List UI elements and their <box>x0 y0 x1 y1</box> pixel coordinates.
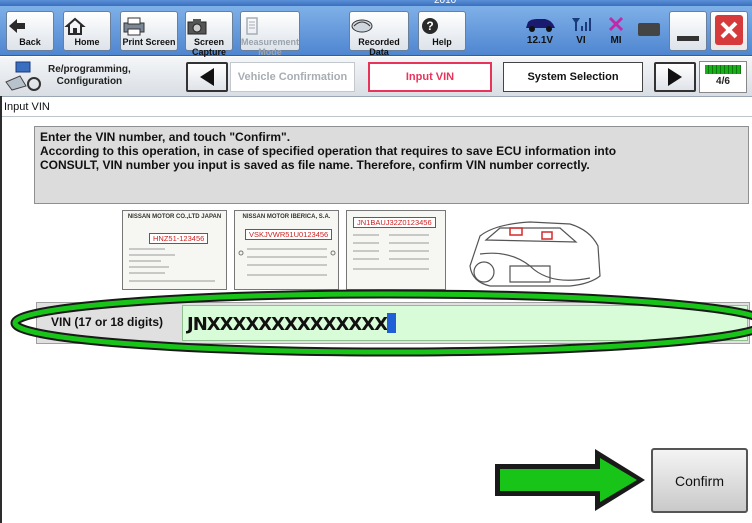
consult-window: 2010 Back Home Print Screen Screen Captu… <box>0 0 752 523</box>
measurement-mode-button[interactable]: Measurement Mode <box>240 11 300 57</box>
signal-icon <box>572 18 591 31</box>
print-screen-button[interactable]: Print Screen <box>120 11 178 51</box>
mi-text: MI <box>610 35 622 46</box>
svg-text:?: ? <box>426 19 433 33</box>
progress-text: 4/6 <box>716 76 730 87</box>
instructions-panel: Enter the VIN number, and touch "Confirm… <box>34 126 749 204</box>
reprogramming-mode: Re/programming, Configuration <box>4 60 131 94</box>
instruction-line: Enter the VIN number, and touch "Confirm… <box>40 130 291 144</box>
toolbar: Back Home Print Screen Screen Capture Me… <box>0 6 752 57</box>
right-arrow-icon <box>668 68 682 86</box>
plate-vin-highlight: JN1BAUJ32Z0123456 <box>353 217 436 228</box>
plate-text-lines <box>238 248 336 276</box>
back-arrow-icon <box>9 19 25 33</box>
vin-field-label: VIN (17 or 18 digits) <box>51 315 164 329</box>
confirm-button[interactable]: Confirm <box>651 448 748 513</box>
home-button[interactable]: Home <box>63 11 111 51</box>
vin-plate-illustration: NISSAN MOTOR CO.,LTD JAPAN HNZ51-123456 … <box>120 210 620 300</box>
vi-status: VI <box>568 16 594 46</box>
x-icon <box>608 16 624 32</box>
plate-maker: NISSAN MOTOR CO.,LTD JAPAN <box>127 214 222 220</box>
car-front-illustration <box>469 221 601 287</box>
plate-maker: NISSAN MOTOR IBERICA, S.A. <box>242 214 331 220</box>
measurement-icon <box>246 17 258 35</box>
plate-vin-highlight: VSKJVWR51U0123456 <box>245 229 333 240</box>
step-progress: 4/6 <box>699 61 747 93</box>
printer-icon <box>123 17 145 36</box>
battery-voltage-status: 12.1V <box>520 16 560 46</box>
plate-text-lines <box>353 234 429 270</box>
mode-label: Re/programming, Configuration <box>48 64 131 87</box>
vi-text: VI <box>576 35 586 46</box>
page-title: Input VIN <box>4 101 50 113</box>
step-vehicle-confirmation: Vehicle Confirmation <box>230 62 355 92</box>
prev-step-button[interactable] <box>186 62 228 92</box>
close-button[interactable] <box>710 11 748 51</box>
recorded-data-icon <box>351 19 373 33</box>
back-button[interactable]: Back <box>6 11 54 51</box>
window-left-border <box>0 96 2 523</box>
left-arrow-icon <box>200 68 214 86</box>
mi-status: MI <box>604 16 628 46</box>
close-icon <box>715 15 743 45</box>
help-icon: ? <box>422 18 438 34</box>
home-icon <box>64 17 86 35</box>
minimize-button[interactable] <box>669 11 707 51</box>
breadcrumb: Re/programming, Configuration Vehicle Co… <box>0 57 752 97</box>
step-input-vin: Input VIN <box>368 62 492 92</box>
green-arrow-pointer <box>495 449 645 511</box>
voltage-text: 12.1V <box>526 35 554 46</box>
camera-icon <box>187 19 207 35</box>
text-cursor <box>387 313 397 333</box>
vin-value: JNXXXXXXXXXXXXXX <box>187 314 388 335</box>
id-plate-japan: NISSAN MOTOR CO.,LTD JAPAN HNZ51-123456 <box>122 210 227 290</box>
battery-status-icon <box>638 23 660 36</box>
reprogramming-icon <box>5 61 41 91</box>
minimize-icon <box>677 36 699 41</box>
id-plate-generic: JN1BAUJ32Z0123456 <box>346 210 446 290</box>
instruction-line: According to this operation, in case of … <box>40 144 617 158</box>
divider <box>0 116 752 117</box>
plate-text-lines <box>129 248 215 282</box>
progress-bar <box>705 65 741 74</box>
step-system-selection: System Selection <box>503 62 643 92</box>
vin-input[interactable]: JNXXXXXXXXXXXXXX <box>182 305 748 341</box>
vin-entry-row: VIN (17 or 18 digits) JNXXXXXXXXXXXXXX <box>36 302 750 344</box>
id-plate-iberica: NISSAN MOTOR IBERICA, S.A. VSKJVWR51U012… <box>234 210 339 290</box>
next-step-button[interactable] <box>654 62 696 92</box>
car-icon <box>526 19 555 32</box>
screen-capture-button[interactable]: Screen Capture <box>185 11 233 57</box>
instruction-line: CONSULT, VIN number you input is saved a… <box>40 158 590 172</box>
recorded-data-button[interactable]: Recorded Data <box>349 11 409 57</box>
help-button[interactable]: ? Help <box>418 11 466 51</box>
